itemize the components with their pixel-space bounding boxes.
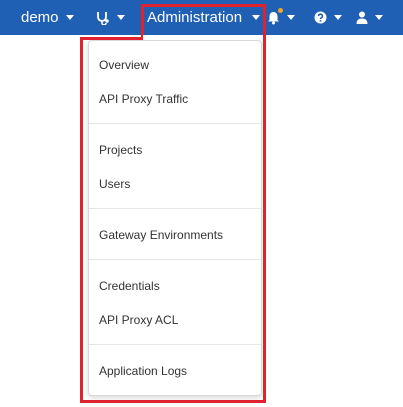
user-menu-button[interactable] xyxy=(356,0,383,35)
chevron-down-icon xyxy=(65,15,74,20)
menu-item-api-proxy-acl[interactable]: API Proxy ACL xyxy=(99,313,178,327)
chevron-down-icon xyxy=(117,15,125,20)
chevron-down-icon xyxy=(252,15,261,20)
menu-item-gateway-environments[interactable]: Gateway Environments xyxy=(99,228,223,242)
help-icon xyxy=(314,11,327,24)
menu-divider xyxy=(89,344,261,345)
menu-item-credentials[interactable]: Credentials xyxy=(99,279,160,293)
help-menu-button[interactable] xyxy=(314,0,342,35)
chevron-down-icon xyxy=(287,15,295,20)
bell-icon xyxy=(267,7,283,25)
demo-menu-button[interactable]: demo xyxy=(21,0,74,35)
chevron-down-icon xyxy=(334,15,342,20)
notification-dot xyxy=(278,7,283,13)
top-navbar: demo Administration xyxy=(0,0,403,35)
administration-menu-button[interactable]: Administration xyxy=(147,0,261,35)
menu-item-application-logs[interactable]: Application Logs xyxy=(99,364,187,378)
menu-divider xyxy=(89,123,261,124)
notifications-menu-button[interactable] xyxy=(267,0,295,35)
chevron-down-icon xyxy=(375,15,383,20)
menu-divider xyxy=(89,208,261,209)
menu-divider xyxy=(89,259,261,260)
administration-label: Administration xyxy=(147,9,243,26)
user-icon xyxy=(356,11,368,24)
menu-item-api-proxy-traffic[interactable]: API Proxy Traffic xyxy=(99,92,188,106)
stethoscope-menu-button[interactable] xyxy=(96,0,125,35)
demo-label: demo xyxy=(21,9,59,26)
menu-item-projects[interactable]: Projects xyxy=(99,143,142,157)
stethoscope-icon xyxy=(96,11,110,25)
administration-dropdown-menu: Overview API Proxy Traffic Projects User… xyxy=(88,40,262,396)
menu-item-users[interactable]: Users xyxy=(99,177,130,191)
menu-item-overview[interactable]: Overview xyxy=(99,58,149,72)
